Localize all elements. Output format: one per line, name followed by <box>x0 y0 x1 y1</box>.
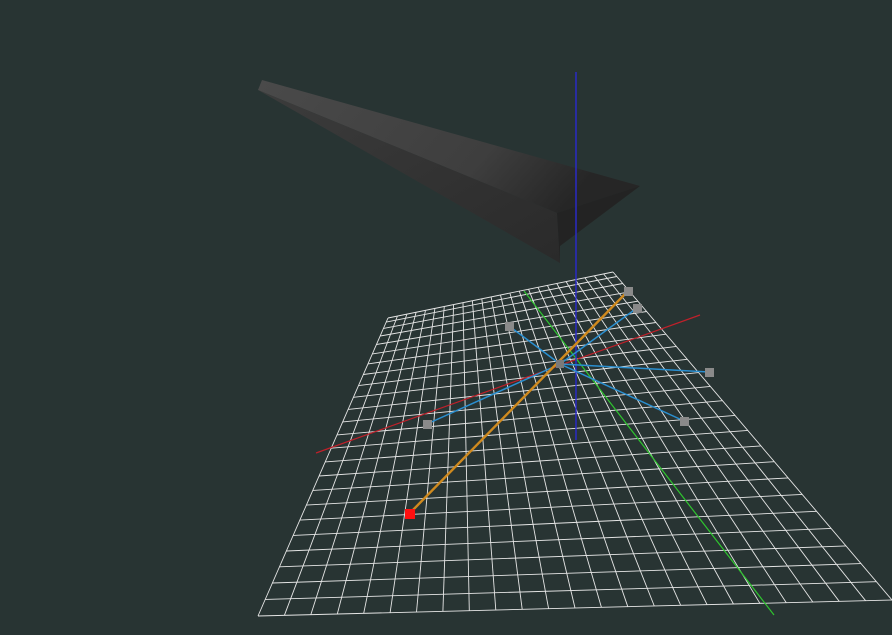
grid-line <box>490 296 550 609</box>
grid-line <box>336 400 723 436</box>
ray-line <box>426 363 561 425</box>
grid-line <box>319 445 761 477</box>
grid-line <box>416 306 445 613</box>
grid-line <box>306 477 789 506</box>
control-handle[interactable] <box>505 322 514 331</box>
control-handle[interactable] <box>705 368 714 377</box>
wedge-mesh[interactable] <box>258 80 640 263</box>
y-axis-line <box>523 290 775 616</box>
grid-line <box>363 310 426 614</box>
grid-line <box>293 510 817 536</box>
world-axes <box>315 290 775 616</box>
grid-line <box>283 315 398 616</box>
grid-line <box>481 298 523 610</box>
grid-line <box>442 304 455 612</box>
selected-ray-line <box>408 290 629 515</box>
selected-control-handle[interactable] <box>405 509 415 519</box>
control-handle[interactable] <box>633 304 642 313</box>
grid-line <box>389 308 436 613</box>
grid-line <box>336 312 417 615</box>
grid-line <box>593 275 840 602</box>
grid-line <box>257 599 892 617</box>
grid-line <box>299 493 803 521</box>
grid-line <box>257 317 389 617</box>
grid-line <box>603 273 866 601</box>
ray-line <box>508 325 561 365</box>
control-handle[interactable] <box>423 420 432 429</box>
grid-line <box>528 289 655 607</box>
grid-line <box>272 563 862 584</box>
grid-line <box>310 314 408 615</box>
ground-grid <box>257 271 892 617</box>
3d-viewport[interactable] <box>0 0 892 635</box>
grid-line <box>312 461 775 491</box>
center-pivot-handle[interactable] <box>556 360 564 368</box>
ray-lines <box>408 290 710 515</box>
grid-line <box>265 581 877 600</box>
control-handle[interactable] <box>624 287 633 296</box>
control-handle[interactable] <box>680 417 689 426</box>
